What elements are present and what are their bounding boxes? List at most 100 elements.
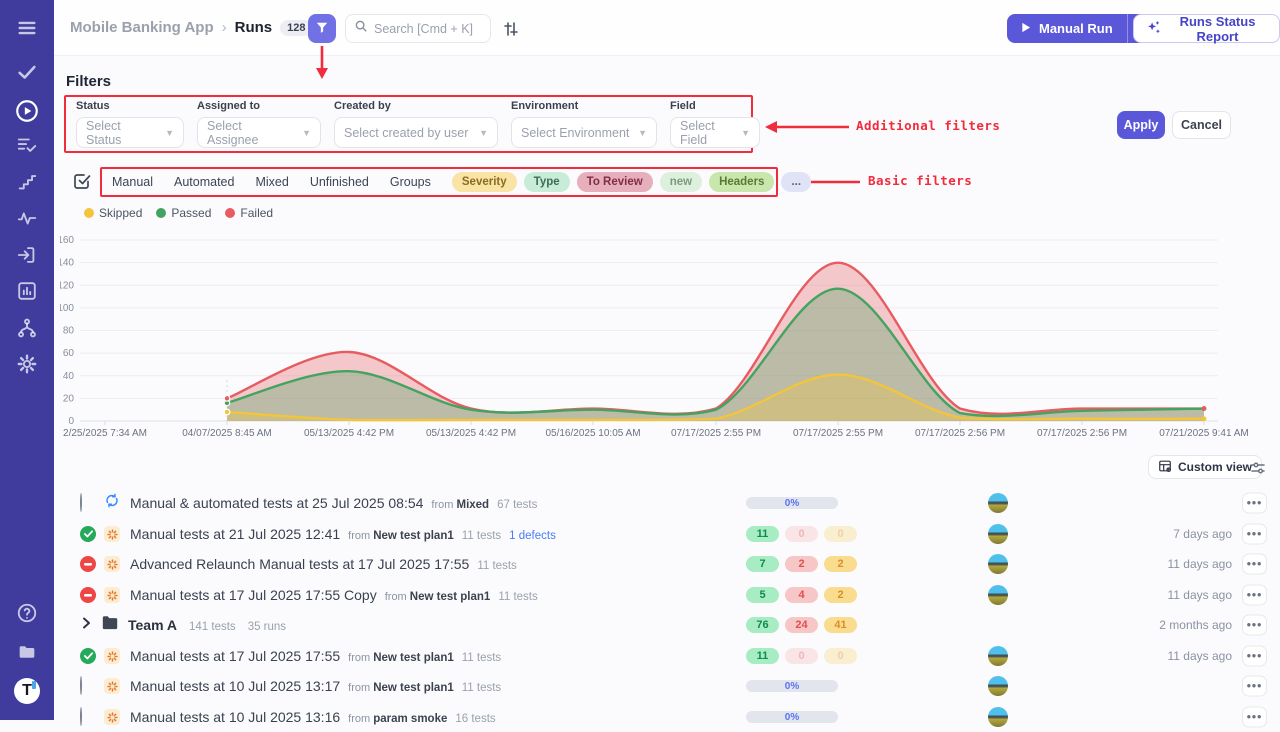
run-title[interactable]: Manual tests at 17 Jul 2025 17:55 <box>130 648 340 664</box>
sidebar-branch-icon[interactable] <box>16 317 38 339</box>
tab-unfinished[interactable]: Unfinished <box>310 175 369 189</box>
row-menu-button[interactable]: ••• <box>1242 615 1267 636</box>
adjustments-icon[interactable] <box>502 20 520 38</box>
badge-failed: 24 <box>785 617 818 633</box>
filter-select-2[interactable]: Select created by user ▼ <box>334 117 498 148</box>
manual-run-icon <box>104 587 120 603</box>
sidebar-activity-icon[interactable] <box>16 207 38 229</box>
sidebar-folders-icon[interactable] <box>16 641 38 663</box>
sidebar-runs-icon[interactable] <box>14 98 40 124</box>
table-row[interactable]: Manual tests at 10 Jul 2025 13:16 from p… <box>60 702 1266 732</box>
manual-run-icon <box>104 709 120 725</box>
x-axis-label: 07/17/2025 2:56 PM <box>1037 428 1127 439</box>
table-row[interactable]: Manual & automated tests at 25 Jul 2025 … <box>60 488 1266 518</box>
x-axis-label: 04/07/2025 8:45 AM <box>182 428 272 439</box>
filter-select-placeholder: Select Status <box>86 119 157 147</box>
run-time: 11 days ago <box>1082 557 1232 571</box>
legend-skipped[interactable]: Skipped <box>84 206 142 220</box>
group-expand-chevron[interactable] <box>82 616 91 634</box>
bulk-select-icon[interactable] <box>72 171 92 191</box>
row-menu-button[interactable]: ••• <box>1242 524 1267 545</box>
sidebar-steps-icon[interactable] <box>16 171 38 193</box>
search-box[interactable] <box>345 14 491 43</box>
tab-manual[interactable]: Manual <box>112 175 153 189</box>
group-title[interactable]: Team A <box>128 617 177 633</box>
sidebar-check-icon[interactable] <box>16 61 38 83</box>
svg-text:100: 100 <box>60 303 74 314</box>
sidebar-help-icon[interactable] <box>16 602 38 624</box>
run-title[interactable]: Manual tests at 21 Jul 2025 12:41 <box>130 526 340 542</box>
table-row[interactable]: Team A 141 tests 35 runs 762441 2 months… <box>60 610 1266 640</box>
filter-toggle-button[interactable] <box>308 14 336 43</box>
row-menu-button[interactable]: ••• <box>1242 554 1267 575</box>
table-row[interactable]: Advanced Relaunch Manual tests at 17 Jul… <box>60 549 1266 579</box>
row-menu-button[interactable]: ••• <box>1242 646 1267 667</box>
apply-button[interactable]: Apply <box>1117 111 1165 139</box>
filter-pill-new[interactable]: new <box>660 172 702 192</box>
run-tests-count: 11 tests <box>462 530 501 542</box>
filter-field-label: Status <box>76 100 184 112</box>
filter-select-0[interactable]: Select Status ▼ <box>76 117 184 148</box>
legend-failed[interactable]: Failed <box>225 206 273 220</box>
run-title[interactable]: Manual tests at 10 Jul 2025 13:16 <box>130 709 340 725</box>
avatar <box>988 585 1008 605</box>
run-title[interactable]: Manual tests at 17 Jul 2025 17:55 Copy <box>130 587 377 603</box>
run-from-label: from New test plan1 <box>385 591 491 603</box>
tab-mixed[interactable]: Mixed <box>255 175 288 189</box>
sidebar-menu-icon[interactable] <box>16 17 38 39</box>
filter-field-assigned-to: Assigned to Select Assignee ▼ <box>197 100 321 148</box>
view-settings-icon[interactable] <box>1250 460 1266 476</box>
svg-text:20: 20 <box>63 393 75 404</box>
custom-view-button[interactable]: Custom view <box>1148 455 1262 479</box>
badge-skipped: 41 <box>824 617 857 633</box>
legend-dot <box>225 208 235 218</box>
table-row[interactable]: Manual tests at 17 Jul 2025 17:55 Copy f… <box>60 580 1266 610</box>
run-time: 11 days ago <box>1082 588 1232 602</box>
runs-trend-chart: 020406080100120140160 <box>60 230 1220 430</box>
table-row[interactable]: Manual tests at 17 Jul 2025 17:55 from N… <box>60 641 1266 671</box>
tab-groups[interactable]: Groups <box>390 175 431 189</box>
run-progress-bar: 0% <box>746 711 838 723</box>
avatar <box>988 554 1008 574</box>
run-title[interactable]: Advanced Relaunch Manual tests at 17 Jul… <box>130 556 469 572</box>
status-in-progress-icon <box>80 707 82 726</box>
run-from-label: from Mixed <box>431 499 489 511</box>
row-menu-button[interactable]: ••• <box>1242 493 1267 514</box>
sidebar-import-icon[interactable] <box>16 244 38 266</box>
additional-filters: Status Select Status ▼ Assigned to Selec… <box>76 100 760 148</box>
x-axis-label: 07/17/2025 2:55 PM <box>671 428 761 439</box>
run-title[interactable]: Manual & automated tests at 25 Jul 2025 … <box>130 495 423 511</box>
legend-passed[interactable]: Passed <box>156 206 211 220</box>
filter-pill-headers[interactable]: Headers <box>709 172 774 192</box>
tab-automated[interactable]: Automated <box>174 175 234 189</box>
sidebar-gear-icon[interactable] <box>16 353 38 375</box>
runs-status-report-button[interactable]: Runs Status Report <box>1133 14 1280 43</box>
row-menu-button[interactable]: ••• <box>1242 676 1267 697</box>
filter-pill-severity[interactable]: Severity <box>452 172 517 192</box>
table-row[interactable]: Manual tests at 10 Jul 2025 13:17 from N… <box>60 671 1266 701</box>
badge-failed: 0 <box>785 526 818 542</box>
filter-select-4[interactable]: Select Field ▼ <box>670 117 760 148</box>
run-title[interactable]: Manual tests at 10 Jul 2025 13:17 <box>130 678 340 694</box>
sidebar-list-check-icon[interactable] <box>16 134 38 156</box>
run-defects-link[interactable]: 1 defects <box>509 530 556 542</box>
avatar <box>988 707 1008 727</box>
filter-pill-type[interactable]: Type <box>524 172 570 192</box>
filter-select-placeholder: Select Environment <box>521 126 629 140</box>
sidebar-analytics-icon[interactable] <box>16 280 38 302</box>
filter-pill-more[interactable]: ... <box>781 172 811 192</box>
app-logo[interactable]: T <box>14 678 40 704</box>
run-tests-count: 11 tests <box>462 682 501 694</box>
avatar <box>988 676 1008 696</box>
breadcrumb-project[interactable]: Mobile Banking App <box>70 19 214 36</box>
status-failed-icon <box>80 556 96 572</box>
row-menu-button[interactable]: ••• <box>1242 585 1267 606</box>
filter-pill-toreview[interactable]: To Review <box>577 172 653 192</box>
filter-select-3[interactable]: Select Environment ▼ <box>511 117 657 148</box>
search-input[interactable] <box>374 22 482 36</box>
breadcrumb-page[interactable]: Runs <box>235 19 273 36</box>
cancel-button[interactable]: Cancel <box>1172 111 1231 139</box>
filter-select-1[interactable]: Select Assignee ▼ <box>197 117 321 148</box>
table-row[interactable]: Manual tests at 21 Jul 2025 12:41 from N… <box>60 519 1266 549</box>
row-menu-button[interactable]: ••• <box>1242 707 1267 728</box>
